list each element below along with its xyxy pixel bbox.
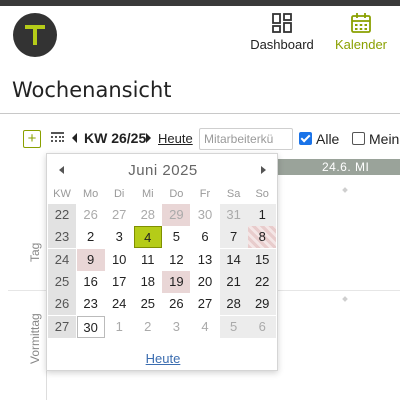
next-week-icon[interactable] bbox=[146, 133, 151, 143]
weekday-header: Fr bbox=[199, 188, 211, 200]
calendar-week-number: 24 bbox=[48, 248, 76, 271]
top-strip bbox=[0, 0, 400, 6]
filter-mine-checkbox[interactable] bbox=[352, 132, 365, 145]
calendar-day-cell[interactable]: 27 bbox=[105, 204, 133, 226]
datepicker-header: Juni 2025 bbox=[47, 162, 279, 180]
calendar-week-number: 23 bbox=[48, 226, 76, 249]
dashboard-grid-icon bbox=[272, 13, 292, 33]
week-toolbar: + KW 26/25 Heute Alle Mein bbox=[0, 128, 400, 152]
calendar-day-cell[interactable]: 13 bbox=[191, 249, 219, 271]
calendar-week-number: 27 bbox=[48, 315, 76, 338]
calendar-day-cell[interactable]: 21 bbox=[219, 270, 248, 293]
calendar-day-cell[interactable]: 26 bbox=[162, 293, 190, 315]
calendar-day-cell[interactable]: 19 bbox=[162, 270, 191, 293]
logo-letter-icon bbox=[25, 25, 45, 45]
row-label-vormittag: Vormittag bbox=[28, 313, 42, 364]
calendar-day-cell[interactable]: 23 bbox=[77, 293, 105, 315]
slot-marker-icon bbox=[342, 187, 348, 193]
calendar-day-cell[interactable]: 8 bbox=[248, 226, 277, 249]
app-logo[interactable] bbox=[13, 13, 57, 57]
calendar-day-cell[interactable]: 25 bbox=[134, 293, 162, 315]
nav-kalender-label: Kalender bbox=[334, 37, 388, 52]
calendar-day-cell[interactable]: 28 bbox=[134, 204, 162, 226]
calendar-day-cell[interactable]: 22 bbox=[248, 270, 277, 293]
calendar-day-cell[interactable]: 3 bbox=[105, 226, 133, 248]
previous-month-icon[interactable] bbox=[59, 166, 64, 174]
calendar-day-cell[interactable]: 28 bbox=[219, 293, 248, 316]
weekday-header: Mi bbox=[141, 188, 154, 200]
calendar-day-cell[interactable]: 7 bbox=[219, 226, 248, 249]
calendar-day-cell[interactable]: 30 bbox=[76, 315, 105, 338]
calendar-day-cell[interactable]: 12 bbox=[162, 249, 190, 271]
calendar-day-cell[interactable]: 11 bbox=[134, 249, 162, 271]
filter-all-checkbox[interactable] bbox=[299, 132, 312, 145]
calendar-icon bbox=[351, 13, 371, 33]
calendar-day-cell[interactable]: 9 bbox=[76, 248, 105, 271]
title-divider bbox=[0, 113, 400, 114]
weekday-header: KW bbox=[53, 188, 71, 200]
calendar-day-cell[interactable]: 6 bbox=[191, 226, 219, 248]
calendar-week-number: 25 bbox=[48, 270, 76, 293]
employee-search-input[interactable] bbox=[199, 128, 293, 150]
day-header-label: 24.6. MI bbox=[322, 160, 370, 174]
add-entry-button[interactable]: + bbox=[23, 130, 41, 148]
nav-dashboard[interactable]: Dashboard bbox=[248, 12, 316, 52]
calendar-day-cell[interactable]: 5 bbox=[219, 315, 248, 338]
datepicker-weekday-headers: KW Mo Di Mi Do Fr Sa So bbox=[48, 188, 280, 202]
slot-marker-icon bbox=[342, 296, 348, 302]
datepicker-month-title[interactable]: Juni 2025 bbox=[47, 162, 279, 179]
nav-dashboard-label: Dashboard bbox=[250, 37, 314, 52]
weekday-header: Sa bbox=[226, 188, 241, 200]
week-label[interactable]: KW 26/25 bbox=[84, 130, 146, 146]
calendar-day-cell[interactable]: 4 bbox=[133, 226, 162, 249]
calendar-day-cell[interactable]: 1 bbox=[248, 204, 277, 226]
calendar-day-cell[interactable]: 5 bbox=[162, 226, 190, 248]
calendar-day-cell[interactable]: 29 bbox=[248, 293, 277, 316]
filter-all-label: Alle bbox=[316, 131, 340, 147]
next-month-icon[interactable] bbox=[261, 166, 266, 174]
calendar-day-cell[interactable]: 26 bbox=[77, 204, 105, 226]
calendar-day-cell[interactable]: 16 bbox=[77, 271, 105, 293]
weekday-header: Do bbox=[169, 188, 184, 200]
calendar-day-cell[interactable]: 6 bbox=[248, 315, 277, 338]
nav-kalender[interactable]: Kalender bbox=[330, 12, 392, 52]
calendar-day-cell[interactable]: 4 bbox=[191, 316, 219, 338]
calendar-day-cell[interactable]: 20 bbox=[191, 271, 219, 293]
calendar-day-cell[interactable]: 30 bbox=[191, 204, 219, 226]
calendar-day-cell[interactable]: 2 bbox=[134, 316, 162, 338]
weekday-header: Di bbox=[113, 188, 125, 200]
calendar-day-cell[interactable]: 24 bbox=[105, 293, 133, 315]
calendar-toggle-icon[interactable] bbox=[51, 132, 64, 144]
today-link[interactable]: Heute bbox=[158, 131, 193, 146]
calendar-day-cell[interactable]: 29 bbox=[162, 204, 191, 226]
datepicker-today-link[interactable]: Heute bbox=[47, 351, 279, 366]
weekday-header: Mo bbox=[82, 188, 99, 200]
calendar-day-cell[interactable]: 10 bbox=[105, 249, 133, 271]
calendar-day-cell[interactable]: 27 bbox=[191, 293, 219, 315]
filter-mine-label: Mein bbox=[369, 131, 400, 147]
calendar-day-cell[interactable]: 1 bbox=[105, 316, 133, 338]
row-label-tag: Tag bbox=[28, 242, 42, 262]
previous-week-icon[interactable] bbox=[72, 133, 77, 143]
calendar-day-cell[interactable]: 17 bbox=[105, 271, 133, 293]
calendar-week-number: 26 bbox=[48, 293, 76, 316]
page-title: Wochenansicht bbox=[12, 78, 172, 102]
calendar-day-cell[interactable]: 31 bbox=[219, 204, 248, 226]
calendar-day-cell[interactable]: 14 bbox=[219, 248, 248, 271]
calendar-day-cell[interactable]: 15 bbox=[248, 248, 277, 271]
calendar-day-cell[interactable]: 2 bbox=[77, 226, 105, 248]
weekday-header: So bbox=[255, 188, 269, 200]
calendar-day-cell[interactable]: 3 bbox=[162, 316, 190, 338]
calendar-day-cell[interactable]: 18 bbox=[134, 271, 162, 293]
calendar-week-number: 22 bbox=[48, 204, 76, 226]
datepicker-popup: Juni 2025 KW Mo Di Mi Do Fr Sa So 22 26 27 28 29 30 3… bbox=[46, 153, 278, 371]
